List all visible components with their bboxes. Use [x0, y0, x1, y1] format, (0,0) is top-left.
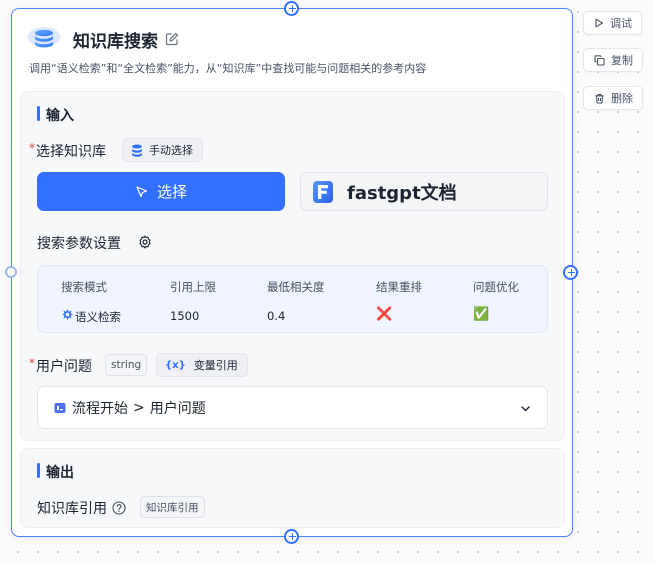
- manual-select-text: 手动选择: [149, 144, 193, 157]
- copy-button[interactable]: 复制: [583, 48, 643, 72]
- cursor-icon: [136, 185, 148, 197]
- top-add-handle-icon[interactable]: [284, 1, 299, 16]
- delete-button[interactable]: 删除: [583, 86, 643, 110]
- copy-icon: [594, 54, 605, 66]
- search-params-label: 搜索参数设置: [37, 233, 121, 253]
- variable-icon: {x}: [165, 359, 186, 371]
- database-icon: [28, 27, 60, 48]
- play-icon: [595, 18, 604, 28]
- left-target-handle[interactable]: [5, 266, 17, 278]
- delete-button-label: 删除: [611, 92, 633, 105]
- select-kb-button[interactable]: 选择: [37, 172, 285, 211]
- input-section: 输入 *选择知识库 手动选择 选择 fastgpt文档 搜索参数设置 搜索模式 …: [20, 91, 565, 441]
- cell-search-mode: 语义检索: [75, 310, 121, 324]
- user-question-label: *用户问题: [29, 356, 92, 376]
- output-type-tag: 知识库引用: [140, 496, 205, 518]
- chevron-down-icon: [521, 406, 530, 412]
- semantic-search-icon: [62, 309, 73, 320]
- debug-button[interactable]: 调试: [583, 11, 642, 35]
- copy-button-label: 复制: [611, 54, 633, 67]
- search-params-table[interactable]: 搜索模式 引用上限 最低相关度 结果重排 问题优化 语义检索 1500 0.4 …: [37, 265, 548, 333]
- select-kb-label: *选择知识库: [29, 141, 106, 161]
- select-kb-label-text: 选择知识库: [36, 144, 106, 160]
- node-description: 调用“语义检索”和“全文检索”能力，从“知识库”中查找可能与问题相关的参考内容: [29, 62, 427, 75]
- selected-kb-card[interactable]: fastgpt文档: [300, 172, 548, 211]
- cell-min-similarity: 0.4: [267, 309, 286, 323]
- col-min-similarity: 最低相关度: [267, 280, 325, 294]
- user-question-label-text: 用户问题: [36, 359, 92, 375]
- input-section-title: 输入: [37, 105, 74, 125]
- col-rerank: 结果重排: [376, 280, 422, 294]
- start-node-icon: [54, 402, 66, 413]
- output-field-label-text: 知识库引用: [37, 501, 107, 517]
- required-mark: *: [29, 356, 35, 370]
- ref-source: 流程开始: [72, 400, 128, 417]
- output-field-label: 知识库引用: [37, 498, 126, 518]
- trash-icon: [595, 93, 604, 104]
- fastgpt-logo-icon: [313, 180, 333, 203]
- col-search-mode: 搜索模式: [61, 280, 107, 294]
- search-params-label-text: 搜索参数设置: [37, 236, 121, 252]
- right-add-handle-icon[interactable]: [563, 265, 578, 280]
- variable-ref-select[interactable]: 流程开始 > 用户问题: [37, 386, 548, 429]
- knowledge-base-search-node[interactable]: 知识库搜索 调用“语义检索”和“全文检索”能力，从“知识库”中查找可能与问题相关…: [11, 8, 573, 537]
- help-icon[interactable]: [112, 501, 126, 515]
- output-section: 输出 知识库引用 知识库引用: [20, 448, 565, 528]
- cell-query-extension: ✅: [473, 307, 490, 322]
- col-query-extension: 问题优化: [473, 280, 519, 294]
- node-title: 知识库搜索: [73, 32, 158, 52]
- database-small-icon: [132, 144, 142, 157]
- manual-select-tag[interactable]: 手动选择: [122, 138, 203, 162]
- cell-limit: 1500: [170, 309, 200, 323]
- cell-rerank: ❌: [376, 307, 393, 322]
- selected-kb-name: fastgpt文档: [347, 182, 457, 204]
- variable-ref-tag[interactable]: {x} 变量引用: [156, 353, 248, 377]
- edit-icon[interactable]: [165, 32, 179, 46]
- ref-separator: >: [133, 399, 145, 416]
- ref-target: 用户问题: [149, 400, 206, 417]
- select-kb-button-label: 选择: [156, 183, 187, 201]
- bottom-add-handle-icon[interactable]: [284, 529, 299, 544]
- debug-button-label: 调试: [610, 17, 632, 30]
- gear-icon[interactable]: [138, 235, 152, 249]
- col-limit: 引用上限: [170, 280, 216, 294]
- required-mark: *: [29, 141, 35, 155]
- variable-ref-text: 变量引用: [193, 359, 238, 372]
- output-section-title: 输出: [37, 462, 74, 482]
- type-tag: string: [105, 354, 148, 376]
